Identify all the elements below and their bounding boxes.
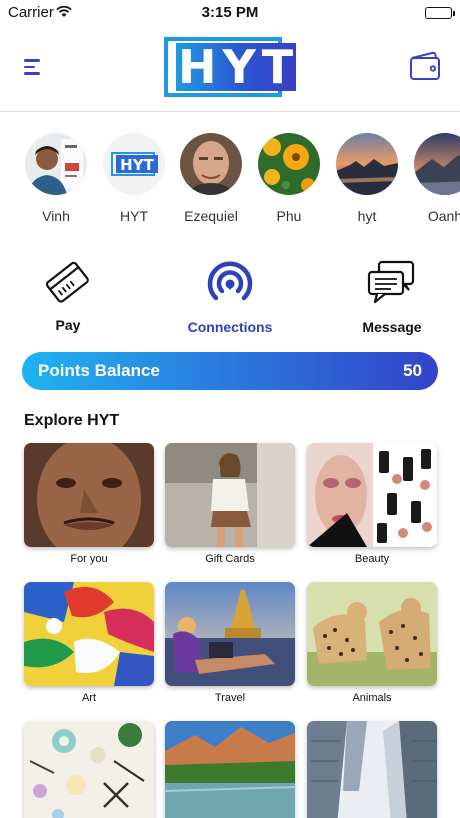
battery-icon: [425, 7, 455, 19]
explore-tile-art[interactable]: Art: [24, 582, 154, 704]
hyt-logo: HYT: [164, 37, 296, 97]
explore-tile[interactable]: [24, 721, 154, 818]
explore-tile-animals[interactable]: Animals: [307, 582, 437, 704]
stories-row: Vinh HYT HYT Ezequiel Phu hyt Oanh: [0, 133, 460, 233]
tile-caption: Animals: [352, 692, 392, 704]
tile-image: [24, 582, 154, 686]
wallet-icon[interactable]: [408, 50, 442, 87]
tile-image: [165, 443, 295, 547]
logo-text: HYT: [178, 40, 300, 94]
explore-tile[interactable]: [165, 721, 295, 818]
avatar: [258, 133, 320, 195]
tile-image: [165, 582, 295, 686]
tile-caption: Art: [81, 692, 97, 704]
message-label: Message: [362, 319, 422, 335]
connections-label: Connections: [187, 319, 273, 335]
tile-image: [307, 582, 437, 686]
story-item[interactable]: Phu: [257, 133, 321, 224]
avatar: [336, 133, 398, 195]
message-button[interactable]: Message: [356, 258, 428, 335]
points-balance-value: 50: [403, 361, 422, 380]
explore-tile[interactable]: [307, 721, 437, 818]
chat-bubbles-icon: [365, 260, 419, 314]
story-name: Ezequiel: [184, 208, 238, 224]
pay-button[interactable]: Pay: [36, 258, 100, 333]
explore-tile-beauty[interactable]: Beauty: [307, 443, 437, 565]
story-item[interactable]: Ezequiel: [179, 133, 243, 224]
story-item[interactable]: Oanh: [413, 133, 460, 224]
tile-image: [24, 443, 154, 547]
hamburger-menu-icon[interactable]: [24, 59, 42, 75]
tile-image: [165, 721, 295, 818]
explore-tile-travel[interactable]: Travel: [165, 582, 295, 704]
story-item[interactable]: Vinh: [24, 133, 88, 224]
tile-caption: Travel: [214, 692, 246, 704]
tile-caption: Gift Cards: [205, 553, 255, 565]
clock: 3:15 PM: [201, 4, 259, 21]
explore-tile-for-you[interactable]: For you: [24, 443, 154, 565]
story-name: Phu: [276, 208, 302, 224]
points-balance-label: Points Balance: [38, 361, 160, 380]
story-item[interactable]: HYT HYT: [102, 133, 166, 224]
nav-bar: HYT: [0, 26, 460, 112]
avatar: HYT: [103, 133, 165, 195]
avatar: [25, 133, 87, 195]
section-title: Explore HYT: [24, 412, 120, 429]
tile-caption: For you: [70, 553, 108, 565]
tile-image: [24, 721, 154, 818]
status-bar: Carrier 3:15 PM: [0, 0, 460, 26]
credit-card-icon: [42, 261, 94, 312]
story-name: HYT: [120, 208, 148, 224]
tile-image: [307, 721, 437, 818]
avatar: [414, 133, 460, 195]
connections-button[interactable]: Connections: [184, 258, 276, 335]
avatar: [180, 133, 242, 195]
story-name: Vinh: [42, 208, 70, 224]
story-item[interactable]: hyt: [335, 133, 399, 224]
tile-caption: Beauty: [354, 553, 390, 565]
explore-tile-gift-cards[interactable]: Gift Cards: [165, 443, 295, 565]
broadcast-icon: [204, 261, 256, 314]
story-name: Oanh: [427, 208, 460, 224]
points-balance-bar[interactable]: Points Balance 50: [22, 352, 438, 390]
svg-text:HYT: HYT: [120, 156, 154, 174]
story-name: hyt: [357, 208, 377, 224]
pay-label: Pay: [55, 317, 81, 333]
tile-image: [307, 443, 437, 547]
